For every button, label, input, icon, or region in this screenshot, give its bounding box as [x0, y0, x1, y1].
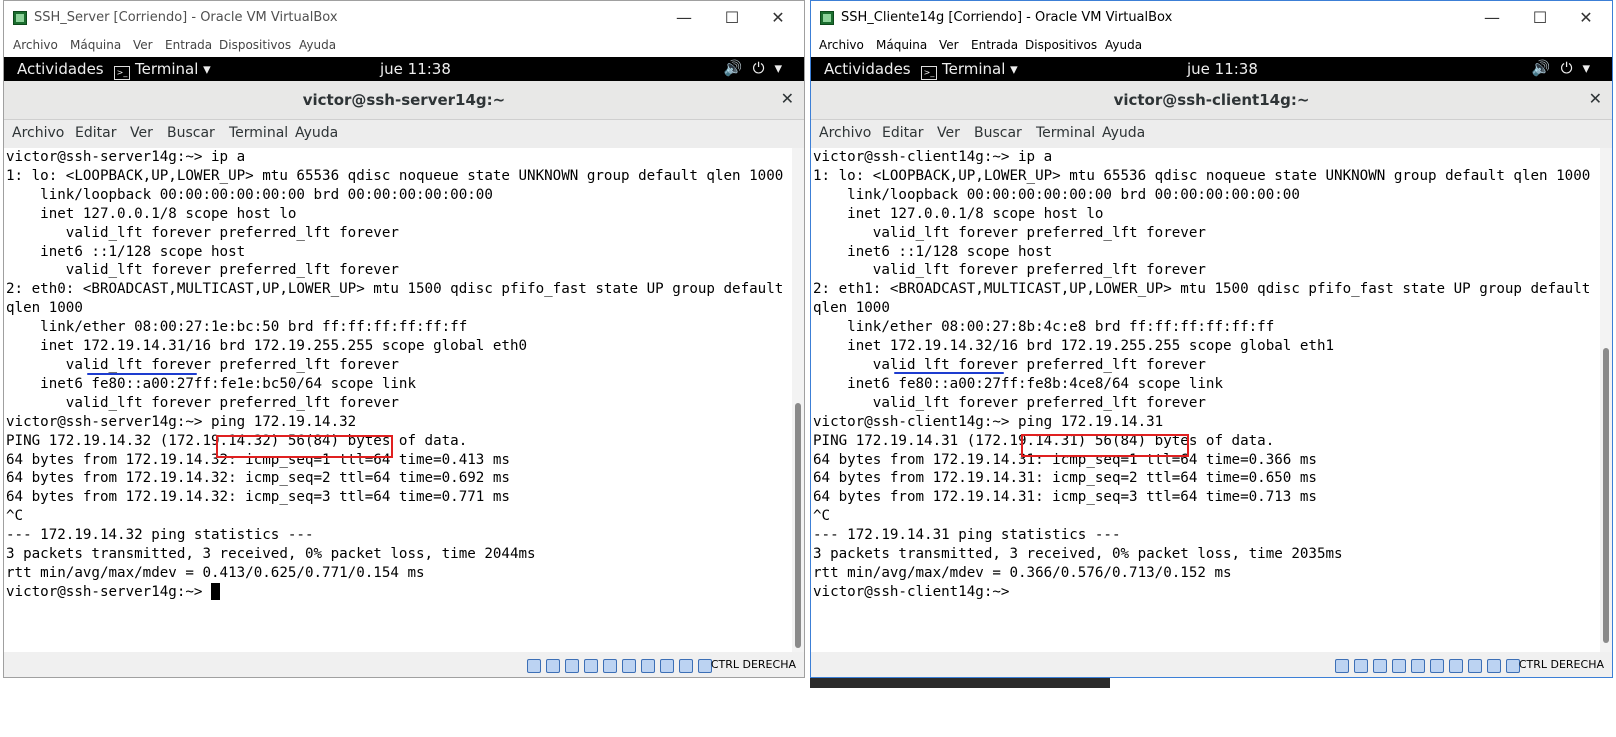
power-icon: ⏻: [752, 59, 775, 77]
power-icon: ⏻: [1560, 59, 1583, 77]
host-key-label: CTRL DERECHA: [710, 658, 796, 671]
term-menu-ver[interactable]: Ver: [130, 125, 153, 141]
vm-statusbar: CTRL DERECHA: [4, 652, 804, 677]
term-menu-buscar[interactable]: Buscar: [167, 125, 215, 141]
gnome-topbar: Actividades >_ Terminal ▾ jue 11:38 🔊⏻▾: [4, 57, 804, 81]
device-status-icons[interactable]: [1330, 658, 1520, 677]
volume-icon: 🔊: [1531, 59, 1561, 77]
terminal-scrollbar[interactable]: [792, 148, 804, 654]
clock[interactable]: jue 11:38: [380, 60, 451, 78]
term-menu-editar[interactable]: Editar: [882, 125, 923, 141]
terminal-menubar: Archivo Editar Ver Buscar Terminal Ayuda: [4, 120, 804, 148]
text-cursor: [211, 582, 220, 600]
vm-menu-entrada[interactable]: Entrada: [971, 38, 1018, 52]
terminal-menubar: Archivo Editar Ver Buscar Terminal Ayuda: [811, 120, 1612, 148]
term-menu-ver[interactable]: Ver: [937, 125, 960, 141]
background-window-strip: [810, 678, 1110, 688]
clock[interactable]: jue 11:38: [1187, 60, 1258, 78]
terminal-app-label: Terminal: [942, 60, 1006, 78]
vm-menubar: Archivo Máquina Ver Entrada Dispositivos…: [4, 35, 804, 57]
terminal-app-label: Terminal: [135, 60, 199, 78]
vm-menu-maquina[interactable]: Máquina: [70, 38, 121, 52]
terminal-text: victor@ssh-client14g:~> ip a 1: lo: <LOO…: [811, 148, 1600, 602]
term-menu-terminal[interactable]: Terminal: [229, 125, 288, 141]
vm-menu-ayuda[interactable]: Ayuda: [299, 38, 336, 52]
volume-icon: 🔊: [723, 59, 753, 77]
terminal-scrollbar[interactable]: [1600, 148, 1612, 654]
vm-menu-archivo[interactable]: Archivo: [819, 38, 864, 52]
minimize-icon[interactable]: —: [664, 5, 704, 31]
device-status-icons[interactable]: [522, 658, 712, 677]
activities-button[interactable]: Actividades: [17, 60, 104, 78]
terminal-app-menu[interactable]: >_ Terminal ▾: [921, 60, 1018, 80]
vm-statusbar: CTRL DERECHA: [811, 652, 1612, 677]
vm-menu-ayuda[interactable]: Ayuda: [1105, 38, 1142, 52]
window-titlebar[interactable]: SSH_Cliente14g [Corriendo] - Oracle VM V…: [811, 1, 1612, 35]
window-title: SSH_Server [Corriendo] - Oracle VM Virtu…: [34, 10, 338, 25]
vm-menu-ver[interactable]: Ver: [133, 38, 153, 52]
activities-button[interactable]: Actividades: [824, 60, 911, 78]
vm-window-server: SSH_Server [Corriendo] - Oracle VM Virtu…: [3, 0, 805, 678]
term-menu-editar[interactable]: Editar: [75, 125, 116, 141]
terminal-headerbar: victor@ssh-client14g:~ ✕: [811, 81, 1612, 120]
term-menu-ayuda[interactable]: Ayuda: [295, 125, 338, 141]
vm-menu-archivo[interactable]: Archivo: [13, 38, 58, 52]
terminal-app-menu[interactable]: >_ Terminal ▾: [114, 60, 211, 80]
vm-menu-maquina[interactable]: Máquina: [876, 38, 927, 52]
term-menu-terminal[interactable]: Terminal: [1036, 125, 1095, 141]
scrollbar-thumb[interactable]: [795, 403, 801, 648]
terminal-output-area[interactable]: victor@ssh-server14g:~> ip a 1: lo: <LOO…: [4, 148, 792, 654]
system-menu[interactable]: 🔊⏻▾: [724, 59, 792, 77]
terminal-icon: >_: [114, 66, 130, 80]
term-menu-archivo[interactable]: Archivo: [12, 125, 64, 141]
vm-menubar: Archivo Máquina Ver Entrada Dispositivos…: [811, 35, 1612, 57]
virtualbox-icon: [13, 11, 27, 25]
vm-window-client: SSH_Cliente14g [Corriendo] - Oracle VM V…: [810, 0, 1613, 678]
terminal-close-icon[interactable]: ✕: [1589, 89, 1602, 108]
term-menu-buscar[interactable]: Buscar: [974, 125, 1022, 141]
terminal-title: victor@ssh-client14g:~: [1113, 91, 1310, 109]
window-titlebar[interactable]: SSH_Server [Corriendo] - Oracle VM Virtu…: [4, 1, 804, 35]
ip-underline: [87, 373, 197, 375]
term-menu-archivo[interactable]: Archivo: [819, 125, 871, 141]
host-key-label: CTRL DERECHA: [1518, 658, 1604, 671]
term-menu-ayuda[interactable]: Ayuda: [1102, 125, 1145, 141]
terminal-icon: >_: [921, 66, 937, 80]
virtualbox-icon: [820, 11, 834, 25]
vm-menu-dispositivos[interactable]: Dispositivos: [1025, 38, 1097, 52]
minimize-icon[interactable]: —: [1472, 5, 1512, 31]
terminal-close-icon[interactable]: ✕: [781, 89, 794, 108]
terminal-output-area[interactable]: victor@ssh-client14g:~> ip a 1: lo: <LOO…: [811, 148, 1600, 654]
terminal-output: victor@ssh-client14g:~> ip a 1: lo: <LOO…: [813, 149, 1591, 600]
terminal-headerbar: victor@ssh-server14g:~ ✕: [4, 81, 804, 120]
ip-underline: [894, 372, 1004, 374]
maximize-icon[interactable]: ☐: [712, 5, 752, 31]
window-title: SSH_Cliente14g [Corriendo] - Oracle VM V…: [841, 10, 1173, 25]
maximize-icon[interactable]: ☐: [1520, 5, 1560, 31]
vm-menu-dispositivos[interactable]: Dispositivos: [219, 38, 291, 52]
close-icon[interactable]: ✕: [758, 5, 798, 31]
terminal-title: victor@ssh-server14g:~: [302, 91, 506, 109]
close-icon[interactable]: ✕: [1566, 5, 1606, 31]
scrollbar-thumb[interactable]: [1603, 348, 1609, 643]
system-menu[interactable]: 🔊⏻▾: [1532, 59, 1600, 77]
vm-menu-ver[interactable]: Ver: [939, 38, 959, 52]
vm-menu-entrada[interactable]: Entrada: [165, 38, 212, 52]
gnome-topbar: Actividades >_ Terminal ▾ jue 11:38 🔊⏻▾: [811, 57, 1612, 81]
